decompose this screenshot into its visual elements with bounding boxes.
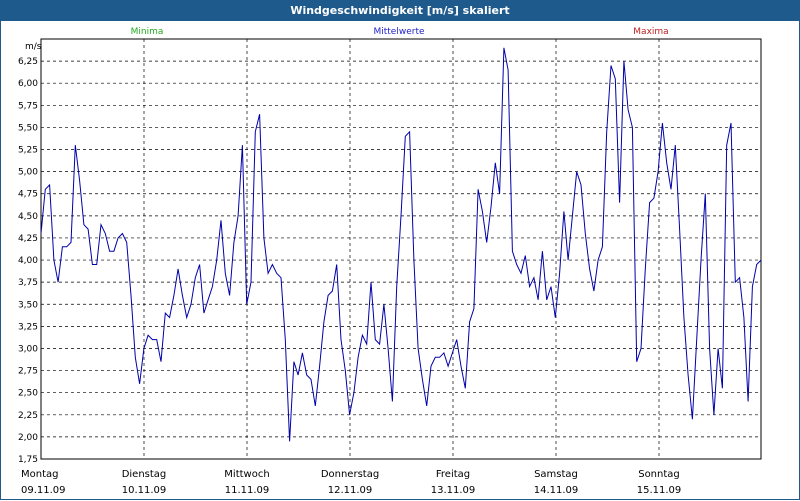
y-tick-label: 3,75 [18,278,38,288]
y-axis-unit: m/s [25,42,42,52]
y-tick-label: 3,00 [18,344,38,354]
x-day-label: Donnerstag [321,469,379,480]
y-tick-label: 1,75 [18,455,38,465]
x-date-label: 15.11.09 [637,485,682,496]
x-date-label: 11.11.09 [225,485,270,496]
y-tick-label: 4,25 [18,234,38,244]
x-day-label: Samstag [534,469,578,480]
y-tick-label: 6,25 [18,57,38,67]
x-date-label: 09.11.09 [21,485,66,496]
y-tick-label: 4,00 [18,256,38,266]
y-tick-label: 3,25 [18,322,38,332]
y-tick-label: 5,50 [18,123,38,133]
y-tick-label: 2,50 [18,389,38,399]
y-tick-label: 5,75 [18,101,38,111]
x-day-label: Sonntag [638,469,680,480]
x-date-label: 14.11.09 [534,485,579,496]
x-day-label: Mittwoch [224,469,269,480]
x-axis-labels: Montag 09.11.09 Dienstag 10.11.09 Mittwoch 11… [21,469,681,496]
x-date-label: 12.11.09 [328,485,373,496]
legend-mittelwerte: Mittelwerte [373,27,424,37]
y-tick-label: 6,00 [18,79,38,89]
x-day-label: Freitag [436,469,470,480]
y-tick-label: 2,25 [18,411,38,421]
plot-area [40,38,762,460]
y-tick-label: 3,50 [18,300,38,310]
y-tick-label: 4,75 [18,190,38,200]
x-day-label: Montag [21,469,58,480]
legend-maxima: Maxima [633,27,668,37]
x-day-label: Dienstag [122,469,167,480]
y-tick-label: 5,00 [18,168,38,178]
legend-minima: Minima [131,27,164,37]
y-tick-label: 2,00 [18,433,38,443]
x-date-label: 13.11.09 [431,485,476,496]
line-chart: 1,75 2,00 2,25 2,50 2,75 3,00 3,25 3,50 3,75 4,00… [18,27,762,496]
y-axis-ticks: 1,75 2,00 2,25 2,50 2,75 3,00 3,25 3,50 3,75 4,00… [18,57,38,465]
chart-window: Windgeschwindigkeit [m/s] skaliert 1,75 2… [0,0,800,500]
y-tick-label: 4,50 [18,212,38,222]
x-date-label: 10.11.09 [122,485,167,496]
y-tick-label: 5,25 [18,146,38,156]
y-tick-label: 2,75 [18,367,38,377]
